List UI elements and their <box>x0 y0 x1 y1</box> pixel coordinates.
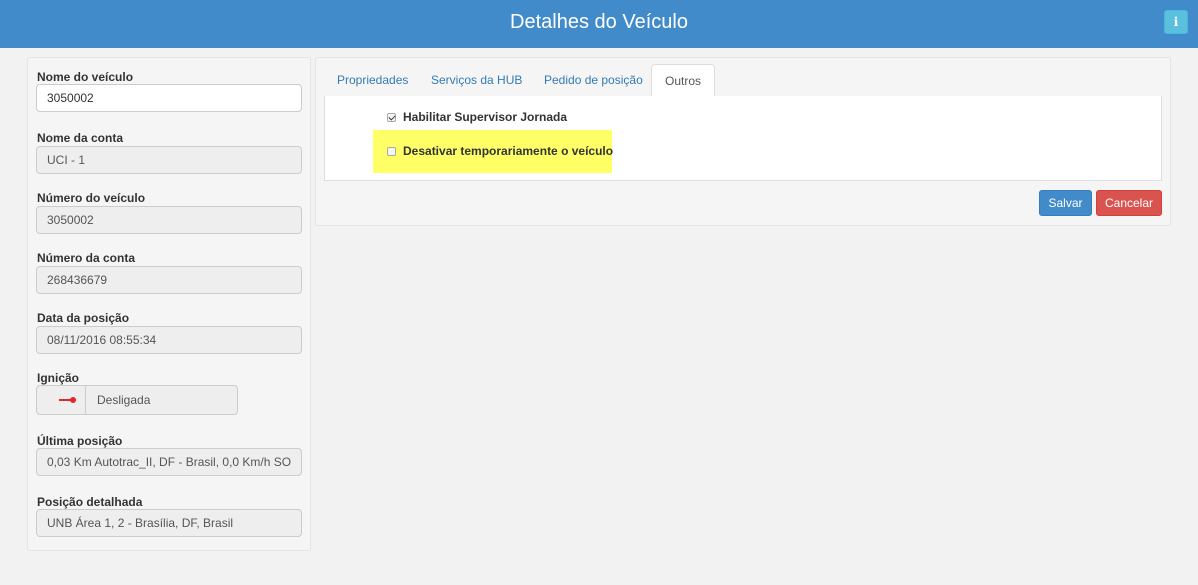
journey-supervisor-label: Habilitar Supervisor Jornada <box>403 110 568 124</box>
ignition-value: Desligada <box>97 393 151 407</box>
save-button[interactable]: Salvar <box>1039 190 1092 216</box>
vehicle-number-label: Número do veículo <box>37 191 146 205</box>
app-header: Detalhes do Veículo i <box>0 0 1198 48</box>
cancel-button[interactable]: Cancelar <box>1096 190 1162 216</box>
journey-supervisor-checkbox[interactable] <box>387 112 396 122</box>
page-title: Detalhes do Veículo <box>510 11 688 33</box>
ignition-label: Ignição <box>37 371 80 385</box>
tab-properties[interactable]: Propriedades <box>324 64 421 97</box>
disable-vehicle-checkbox[interactable] <box>387 146 396 156</box>
tab-content-others: Habilitar Supervisor Jornada Desativar t… <box>324 96 1162 181</box>
vehicle-info-panel: Nome do veículo 3050002 Nome da conta UC… <box>27 57 311 551</box>
tab-hub-services[interactable]: Serviços da HUB <box>418 64 535 97</box>
details-panel: Propriedades Serviços da HUB Pedido de p… <box>315 57 1171 226</box>
account-name-field: UCI - 1 <box>36 146 302 174</box>
account-number-label: Número da conta <box>37 251 136 265</box>
ignition-field: Desligada <box>36 385 238 415</box>
tab-position-request[interactable]: Pedido de posição <box>531 64 656 97</box>
position-date-label: Data da posição <box>37 311 130 325</box>
account-number-field: 268436679 <box>36 266 302 294</box>
info-button[interactable]: i <box>1164 10 1188 34</box>
detailed-position-label: Posição detalhada <box>37 495 143 509</box>
position-date-field: 08/11/2016 08:55:34 <box>36 326 302 354</box>
vehicle-name-label: Nome do veículo <box>37 70 134 84</box>
ignition-addon <box>37 386 86 414</box>
last-position-label: Última posição <box>37 434 123 448</box>
account-name-label: Nome da conta <box>37 131 124 145</box>
journey-supervisor-option[interactable]: Habilitar Supervisor Jornada <box>387 110 567 124</box>
disable-vehicle-label: Desativar temporariamente o veículo <box>403 144 614 158</box>
last-position-field: 0,03 Km Autotrac_II, DF - Brasil, 0,0 Km… <box>36 448 302 476</box>
tab-others[interactable]: Outros <box>651 64 716 97</box>
vehicle-number-field: 3050002 <box>36 206 302 234</box>
key-icon <box>59 397 76 403</box>
info-icon: i <box>1173 15 1179 29</box>
disable-vehicle-option[interactable]: Desativar temporariamente o veículo <box>387 144 613 158</box>
detailed-position-field: UNB Área 1, 2 - Brasília, DF, Brasil <box>36 509 302 537</box>
vehicle-name-input[interactable]: 3050002 <box>36 84 302 112</box>
